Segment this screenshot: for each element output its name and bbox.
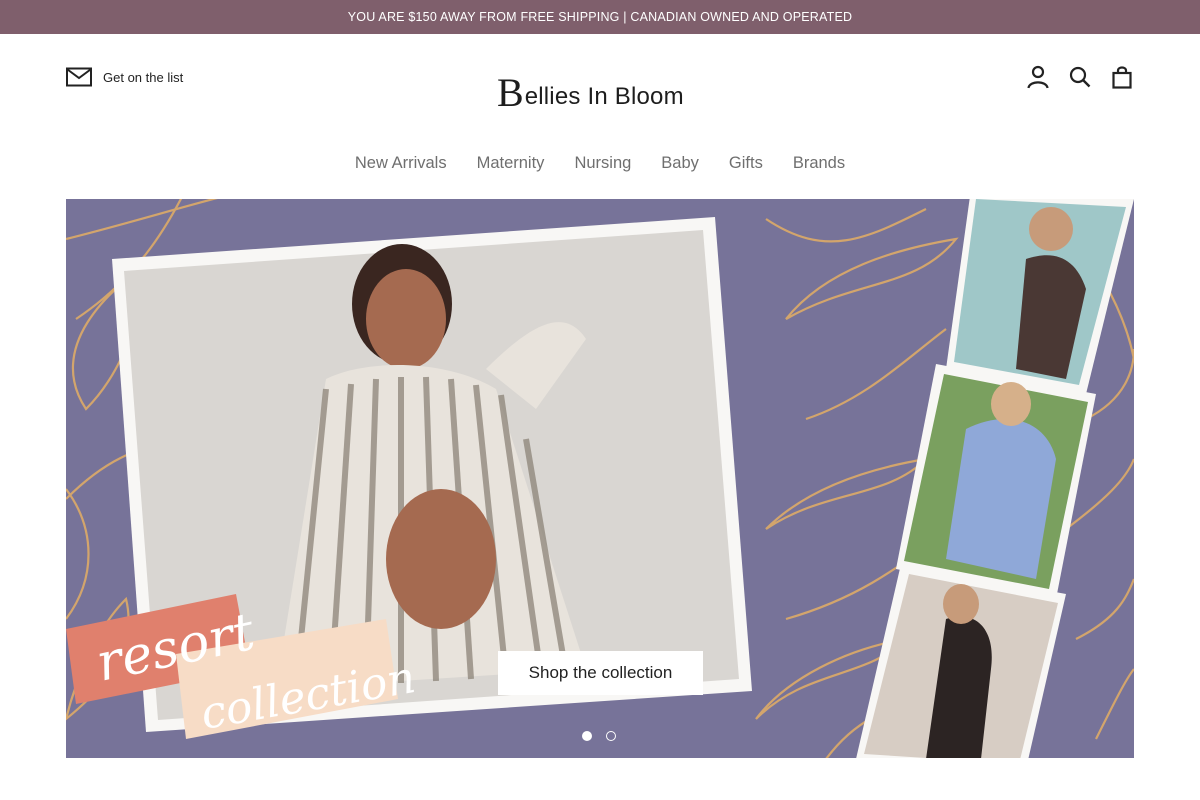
header-icons [1026,62,1134,92]
cart-icon[interactable] [1110,63,1134,91]
nav-item-gifts[interactable]: Gifts [729,150,763,176]
mail-icon [66,67,92,87]
account-icon[interactable] [1026,63,1050,91]
shop-collection-button[interactable]: Shop the collection [498,651,703,695]
logo-text: ellies In Bloom [524,83,684,110]
search-icon[interactable] [1068,63,1092,91]
site-logo[interactable]: B ellies In Bloom [497,70,703,115]
newsletter-link[interactable]: Get on the list [66,66,183,88]
nav-item-maternity[interactable]: Maternity [477,150,545,176]
slideshow-pagination [582,731,616,741]
slide-dot-1[interactable] [582,731,592,741]
nav-item-new-arrivals[interactable]: New Arrivals [355,150,447,176]
nav-item-brands[interactable]: Brands [793,150,845,176]
nav-item-baby[interactable]: Baby [661,150,699,176]
nav-item-nursing[interactable]: Nursing [574,150,631,176]
announcement-text: YOU ARE $150 AWAY FROM FREE SHIPPING | C… [347,10,853,24]
announcement-bar: YOU ARE $150 AWAY FROM FREE SHIPPING | C… [0,0,1200,34]
newsletter-label: Get on the list [103,69,184,85]
logo-initial: B [497,70,524,115]
slide-dot-2[interactable] [606,731,616,741]
main-navigation: New Arrivals Maternity Nursing Baby Gift… [0,150,1200,176]
